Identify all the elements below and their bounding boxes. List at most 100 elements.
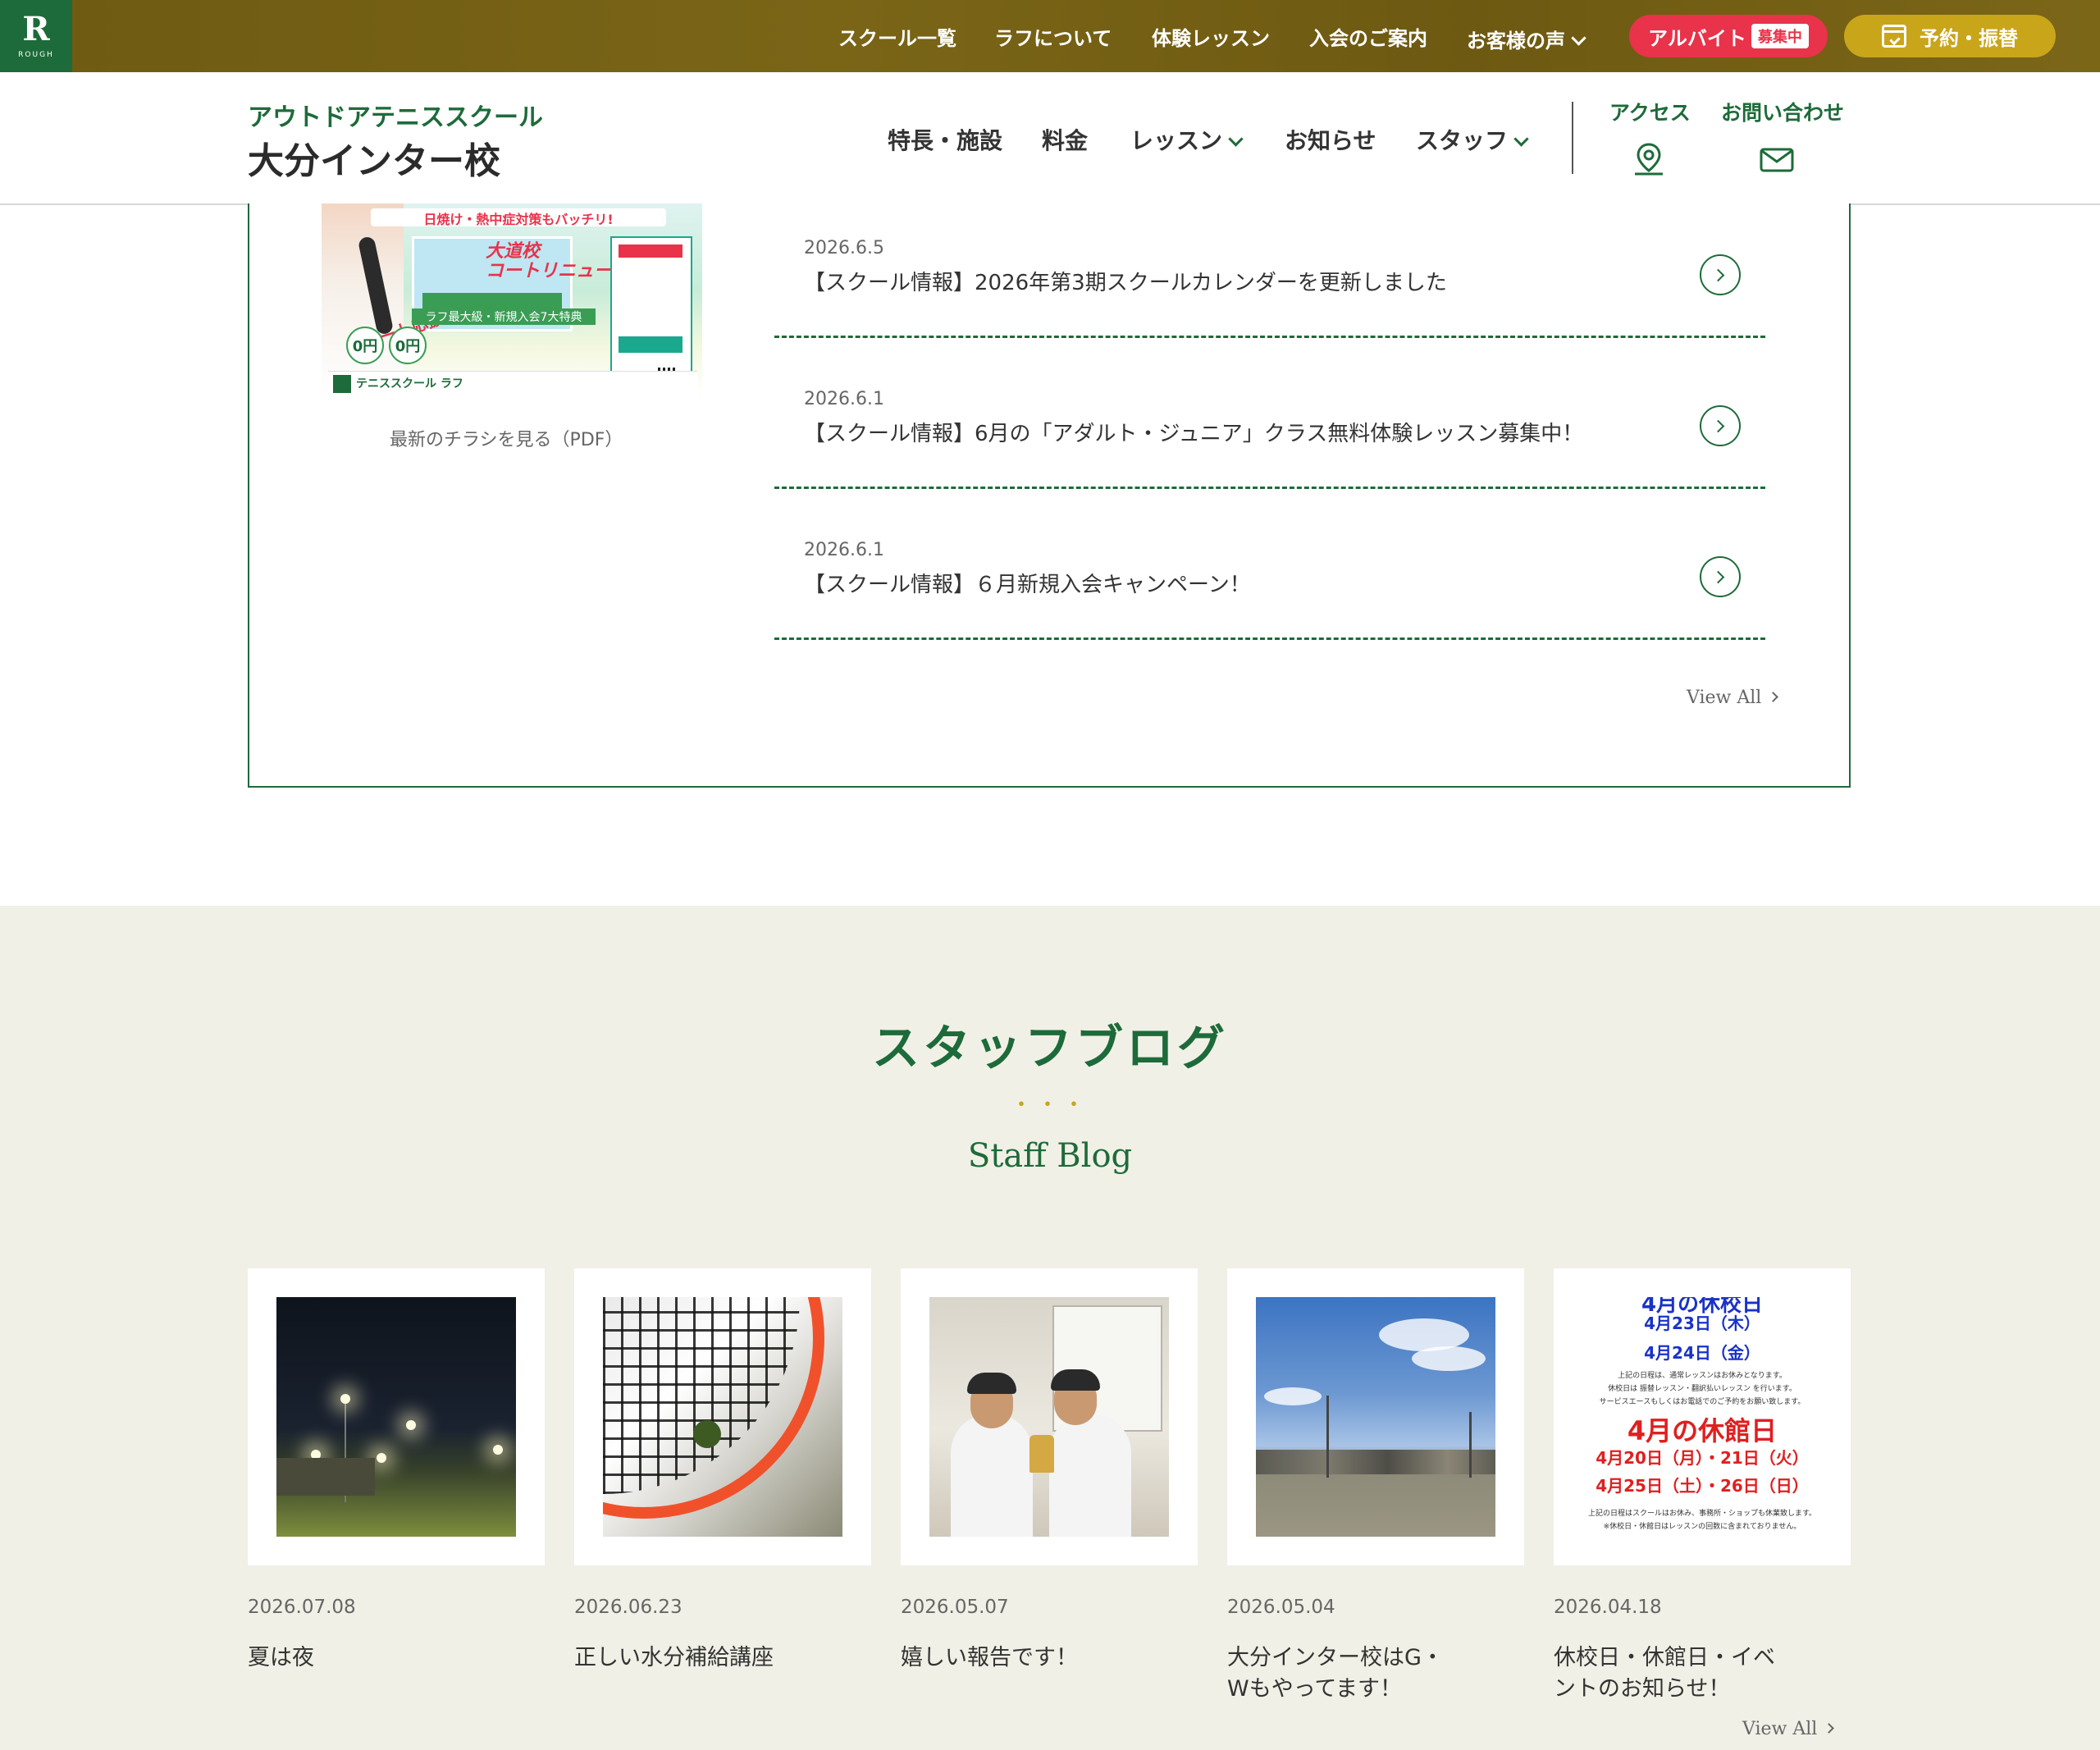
news-title[interactable]: 【スクール情報】2026年第3期スクールカレンダーを更新しました xyxy=(804,266,1447,296)
reservation-label: 予約・振替 xyxy=(1920,25,2018,50)
blog-subheading: Staff Blog xyxy=(967,1137,1133,1175)
floodlight xyxy=(340,1394,350,1404)
logo-mark: R xyxy=(22,10,50,48)
flyer-footer-text: テニススクール ラフ xyxy=(356,377,463,391)
school-name[interactable]: 大分インター校 xyxy=(248,131,500,184)
notice-text-5: ※休校日・休館日はレッスンの回数に含まれておりません。 xyxy=(1603,1523,1801,1531)
blog-photo-sky-field xyxy=(1256,1297,1495,1537)
nav-staff[interactable]: スタッフ xyxy=(1416,123,1529,156)
flyer-banner: 日焼け・熱中症対策もバッチリ! xyxy=(371,208,666,227)
blog-card[interactable]: 4月の休校日 4月23日（木） 4月24日（金） 上記の日程は、通常レッスンはお… xyxy=(1554,1268,1851,1565)
flyer-logo-icon xyxy=(333,375,351,393)
logo-wordmark: ROUGH xyxy=(18,51,54,59)
houses xyxy=(1256,1450,1495,1474)
flyer-strip: ラフ最大級・新規入会7大特典 xyxy=(412,308,596,325)
news-date: 2026.6.1 xyxy=(804,540,884,560)
blog-card[interactable] xyxy=(248,1268,545,1565)
blog-title[interactable]: 嬉しい報告です！ xyxy=(901,1643,1147,1674)
news-view-all-link[interactable]: View All xyxy=(1687,688,1779,708)
cap xyxy=(1051,1369,1100,1391)
news-view-all-label: View All xyxy=(1687,688,1762,708)
flyer-zero-a: 0円 xyxy=(346,327,384,364)
news-date: 2026.6.5 xyxy=(804,238,884,258)
floodlight xyxy=(406,1420,416,1430)
global-nav-about[interactable]: ラフについて xyxy=(994,22,1112,51)
blog-photo-racket xyxy=(603,1297,842,1537)
nav-news[interactable]: お知らせ xyxy=(1285,123,1376,156)
notice-text-3: サービスエースもしくはお電話でのご予約をお願い致します。 xyxy=(1599,1398,1806,1406)
chevron-right-icon xyxy=(1824,1723,1835,1734)
blog-photo-trophy xyxy=(929,1297,1169,1537)
clubhouse xyxy=(276,1458,375,1496)
arrow-right-icon[interactable] xyxy=(1700,556,1741,597)
news-item[interactable]: 2026.6.1 【スクール情報】6月の「アダルト・ジュニア」クラス無料体験レッ… xyxy=(774,338,1765,489)
flyer-pdf-link[interactable]: 最新のチラシを見る（PDF） xyxy=(390,425,623,451)
flyer-benefit-circles: 0円 0円 xyxy=(346,327,427,364)
map-pin-icon[interactable] xyxy=(1632,141,1665,177)
global-nav-voices[interactable]: お客様の声 xyxy=(1467,25,1586,53)
person xyxy=(951,1414,1033,1537)
school-subtitle: アウトドアテニススクール xyxy=(248,103,543,132)
flyer-image[interactable]: 日焼け・熱中症対策もバッチリ! 大道校 コートリニューアル スタート応援! ラフ… xyxy=(322,203,702,397)
cloud xyxy=(1264,1387,1322,1405)
floodlight xyxy=(377,1453,386,1463)
part-time-job-label: アルバイト xyxy=(1648,25,1746,50)
part-time-job-button[interactable]: アルバイト 募集中 xyxy=(1629,15,1828,57)
blog-view-all-link[interactable]: View All xyxy=(1742,1719,1835,1739)
global-nav-voices-label: お客様の声 xyxy=(1467,29,1565,53)
blog-title[interactable]: 休校日・休館日・イベントのお知らせ！ xyxy=(1554,1643,1783,1705)
blog-title[interactable]: 大分インター校はG・Wもやってます！ xyxy=(1227,1643,1449,1705)
clover xyxy=(693,1420,721,1448)
racket-frame xyxy=(603,1297,824,1519)
global-nav-admission[interactable]: 入会のご案内 xyxy=(1309,22,1427,51)
blog-date: 2026.04.18 xyxy=(1554,1597,1662,1618)
blog-heading: スタッフブログ xyxy=(871,1020,1228,1076)
blog-photo-night-court xyxy=(276,1297,516,1537)
blog-title[interactable]: 夏は夜 xyxy=(248,1643,494,1674)
calendar-check-icon xyxy=(1882,25,1906,48)
blog-card[interactable] xyxy=(574,1268,871,1565)
reservation-button[interactable]: 予約・振替 xyxy=(1844,15,2056,57)
nav-lesson[interactable]: レッスン xyxy=(1130,123,1244,156)
chevron-down-icon xyxy=(1571,30,1586,46)
notice-red-title: 4月の休館日 xyxy=(1627,1415,1778,1446)
access-link[interactable]: アクセス xyxy=(1609,97,1691,126)
utility-pole xyxy=(1469,1412,1472,1478)
rough-logo[interactable]: R ROUGH xyxy=(0,0,72,72)
blog-date: 2026.06.23 xyxy=(574,1597,682,1618)
school-header: アウトドアテニススクール 大分インター校 特長・施設 料金 レッスン お知らせ … xyxy=(0,72,2100,205)
news-title[interactable]: 【スクール情報】６月新規入会キャンペーン！ xyxy=(804,568,1251,598)
person xyxy=(1049,1414,1131,1537)
notice-red-date-1: 4月20日（月）・21日（火） xyxy=(1596,1448,1809,1468)
cloud xyxy=(1412,1346,1486,1371)
notice-date-2: 4月24日（金） xyxy=(1644,1343,1760,1363)
arrow-right-icon[interactable] xyxy=(1700,405,1741,446)
news-title[interactable]: 【スクール情報】6月の「アダルト・ジュニア」クラス無料体験レッスン募集中！ xyxy=(804,417,1583,447)
nav-staff-label: スタッフ xyxy=(1416,127,1509,154)
notice-text-1: 上記の日程は、通常レッスンはお休みとなります。 xyxy=(1618,1372,1787,1380)
blog-card[interactable] xyxy=(1227,1268,1524,1565)
notice-date-1: 4月23日（木） xyxy=(1644,1314,1760,1333)
chevron-down-icon xyxy=(1228,131,1244,147)
nav-price[interactable]: 料金 xyxy=(1042,123,1088,156)
news-item[interactable]: 2026.6.5 【スクール情報】2026年第3期スクールカレンダーを更新しまし… xyxy=(774,187,1765,338)
news-date: 2026.6.1 xyxy=(804,389,884,409)
notice-red-date-2: 4月25日（土）・26日（日） xyxy=(1596,1476,1809,1496)
header-divider xyxy=(1572,102,1573,174)
utility-pole xyxy=(1326,1396,1329,1478)
nav-features[interactable]: 特長・施設 xyxy=(888,123,1002,156)
nav-lesson-label: レッスン xyxy=(1130,127,1223,154)
arrow-right-icon[interactable] xyxy=(1700,254,1741,295)
blog-card[interactable] xyxy=(901,1268,1198,1565)
global-nav-trial-lesson[interactable]: 体験レッスン xyxy=(1152,22,1270,51)
global-nav-school-list[interactable]: スクール一覧 xyxy=(838,22,956,51)
contact-link[interactable]: お問い合わせ xyxy=(1721,97,1844,126)
blog-title[interactable]: 正しい水分補給講座 xyxy=(574,1643,820,1674)
flyer-player-photo xyxy=(322,203,404,397)
recruiting-badge: 募集中 xyxy=(1751,24,1809,48)
mail-icon[interactable] xyxy=(1760,148,1794,172)
cap xyxy=(967,1373,1016,1394)
trophy-icon xyxy=(1029,1435,1054,1473)
blog-date: 2026.05.04 xyxy=(1227,1597,1335,1618)
news-item[interactable]: 2026.6.1 【スクール情報】６月新規入会キャンペーン！ xyxy=(774,489,1765,640)
